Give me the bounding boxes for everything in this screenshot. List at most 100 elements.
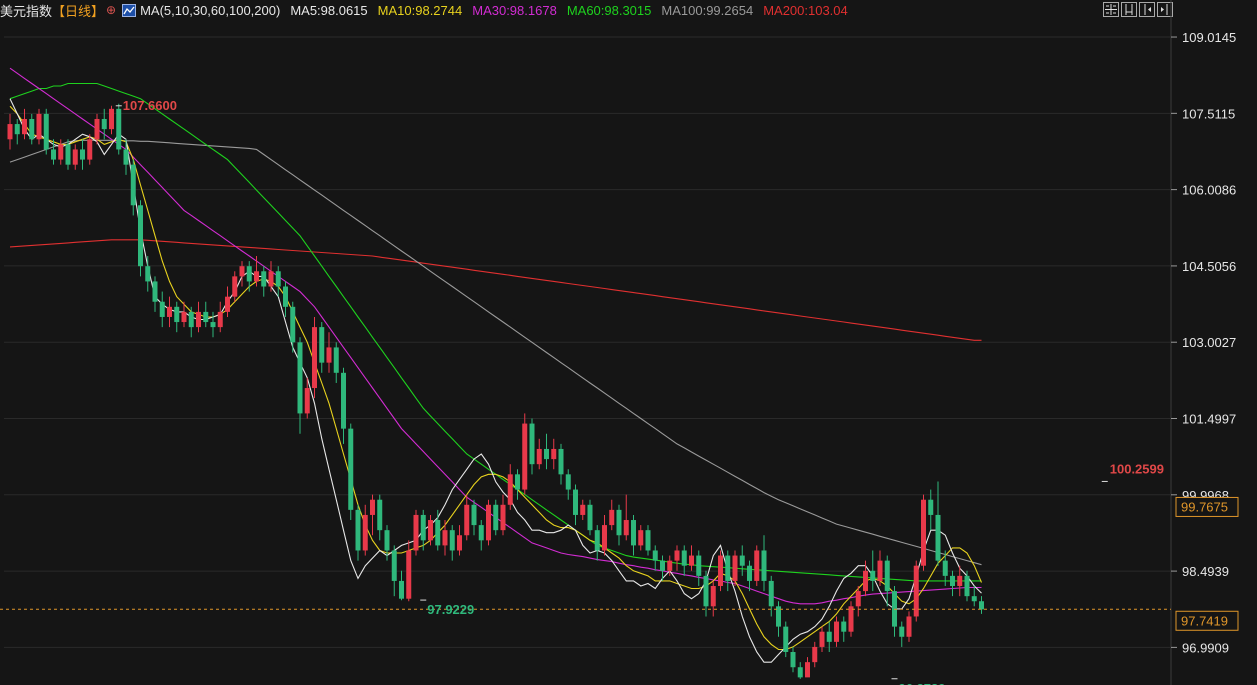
candle-body	[348, 428, 354, 510]
candle-body	[855, 591, 861, 607]
candle-body	[312, 327, 317, 389]
candle	[544, 433, 549, 470]
candle-body	[123, 149, 129, 165]
candle-body	[739, 555, 745, 566]
candle-body	[239, 266, 245, 277]
candle-body	[232, 276, 238, 297]
candle	[790, 646, 796, 673]
candle-body	[623, 520, 629, 536]
extreme-label: 96.3729	[899, 681, 946, 685]
candle-body	[203, 311, 209, 323]
current-price-label: 97.7419	[1181, 613, 1228, 628]
candle	[631, 514, 636, 556]
candle	[884, 555, 890, 607]
candle-body	[159, 301, 165, 317]
candle	[754, 545, 760, 587]
candle-body	[703, 575, 709, 607]
y-tick-label: 98.4939	[1182, 564, 1229, 579]
y-tick-label: 109.0145	[1182, 30, 1236, 45]
candle	[362, 504, 368, 556]
ma10-line	[9, 105, 983, 651]
candle	[217, 301, 223, 333]
candle	[471, 499, 477, 536]
candle	[486, 499, 491, 546]
candle-body	[254, 271, 259, 282]
candle	[696, 550, 702, 587]
candle-body	[674, 550, 680, 561]
candle-body	[921, 499, 926, 566]
extreme-label: 97.9229	[427, 602, 474, 617]
candle-body	[449, 530, 455, 551]
candle	[319, 322, 325, 373]
candle-body	[362, 514, 368, 551]
price-annotations: 97.7419 99.7675 107.6600 97.9229 96.3729 100.…	[0, 98, 1239, 685]
candle-body	[493, 504, 499, 531]
price-axis: 109.0145 107.5115 106.0086 104.5056 103.0027…	[1170, 0, 1236, 685]
candle-body	[660, 560, 665, 571]
candle	[805, 657, 810, 678]
candle	[225, 286, 230, 317]
candle-body	[319, 327, 325, 363]
candle	[428, 514, 433, 546]
candle-body	[957, 575, 963, 587]
candle-body	[36, 113, 42, 140]
candle	[558, 443, 564, 485]
candle-body	[58, 144, 64, 160]
candle-body	[326, 347, 332, 363]
candle	[747, 560, 752, 592]
y-tick-label: 107.5115	[1182, 106, 1235, 121]
candle-body	[261, 271, 267, 287]
candle	[964, 570, 970, 602]
candle	[297, 337, 303, 434]
candle	[529, 418, 535, 475]
candle	[725, 550, 731, 592]
candle-body	[225, 296, 230, 312]
candle-body	[181, 311, 187, 323]
candle-body	[826, 631, 832, 642]
candle-body	[268, 271, 274, 287]
candle-body	[602, 525, 607, 551]
candle-body	[754, 550, 760, 581]
candle	[29, 113, 35, 145]
candle-body	[544, 448, 549, 460]
candle	[652, 545, 658, 571]
candle	[312, 316, 317, 399]
candle-body	[116, 108, 122, 150]
candle	[906, 611, 912, 642]
candle-body	[718, 555, 723, 587]
candle	[283, 281, 288, 317]
candle	[333, 342, 339, 383]
candle-body	[65, 144, 71, 165]
candle	[36, 108, 42, 145]
candle-body	[884, 560, 890, 592]
y-tick-label: 103.0027	[1182, 335, 1236, 350]
candle-body	[94, 118, 100, 140]
candle-body	[333, 347, 339, 373]
candle	[797, 662, 803, 679]
candle	[841, 616, 847, 642]
candle-body	[515, 474, 520, 490]
candle-body	[819, 631, 825, 647]
candle	[609, 499, 615, 531]
candle-body	[877, 560, 883, 581]
candle	[261, 266, 267, 297]
candle	[442, 520, 448, 556]
candle-body	[631, 520, 636, 546]
candle	[159, 291, 165, 328]
candle-body	[478, 525, 484, 541]
y-tick-label: 104.5056	[1182, 259, 1236, 274]
extreme-label: 100.2599	[1110, 461, 1164, 476]
candle-body	[442, 530, 448, 546]
candle	[493, 499, 499, 536]
candle	[602, 514, 607, 556]
price-chart[interactable]: 109.0145 107.5115 106.0086 104.5056 103.0027…	[0, 0, 1257, 685]
candle	[892, 586, 897, 637]
candle-body	[587, 504, 593, 531]
candle-body	[109, 108, 114, 130]
candle-body	[217, 311, 223, 328]
candle	[232, 271, 238, 302]
candle	[913, 560, 919, 622]
candle-body	[935, 514, 941, 561]
candle-body	[522, 423, 528, 490]
candle	[210, 311, 216, 338]
